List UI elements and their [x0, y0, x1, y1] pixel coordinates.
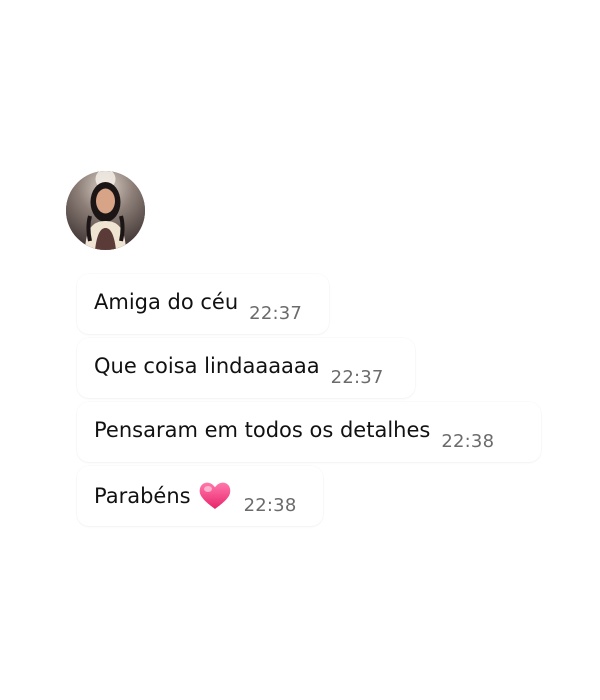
message-time: 22:37: [330, 367, 384, 388]
heart-icon: [197, 478, 233, 512]
message-bubble[interactable]: Amiga do céu 22:37: [77, 274, 329, 334]
profile-photo-icon: [66, 171, 145, 250]
message-text: Amiga do céu: [94, 290, 239, 314]
message-bubble[interactable]: Que coisa lindaaaaaa 22:37: [77, 338, 415, 398]
avatar[interactable]: [66, 171, 145, 250]
message-bubble[interactable]: Pensaram em todos os detalhes 22:38: [77, 402, 541, 462]
chat-thread: Amiga do céu 22:37 Que coisa lindaaaaaa …: [0, 0, 600, 700]
message-bubble[interactable]: Parabéns 22:38: [77, 466, 323, 526]
message-time: 22:38: [243, 495, 297, 516]
message-text: Que coisa lindaaaaaa: [94, 354, 320, 378]
message-text: Parabéns: [94, 484, 191, 508]
message-text: Pensaram em todos os detalhes: [94, 418, 431, 442]
message-time: 22:37: [249, 303, 303, 324]
message-content: Parabéns: [94, 480, 233, 512]
message-time: 22:38: [441, 431, 495, 452]
